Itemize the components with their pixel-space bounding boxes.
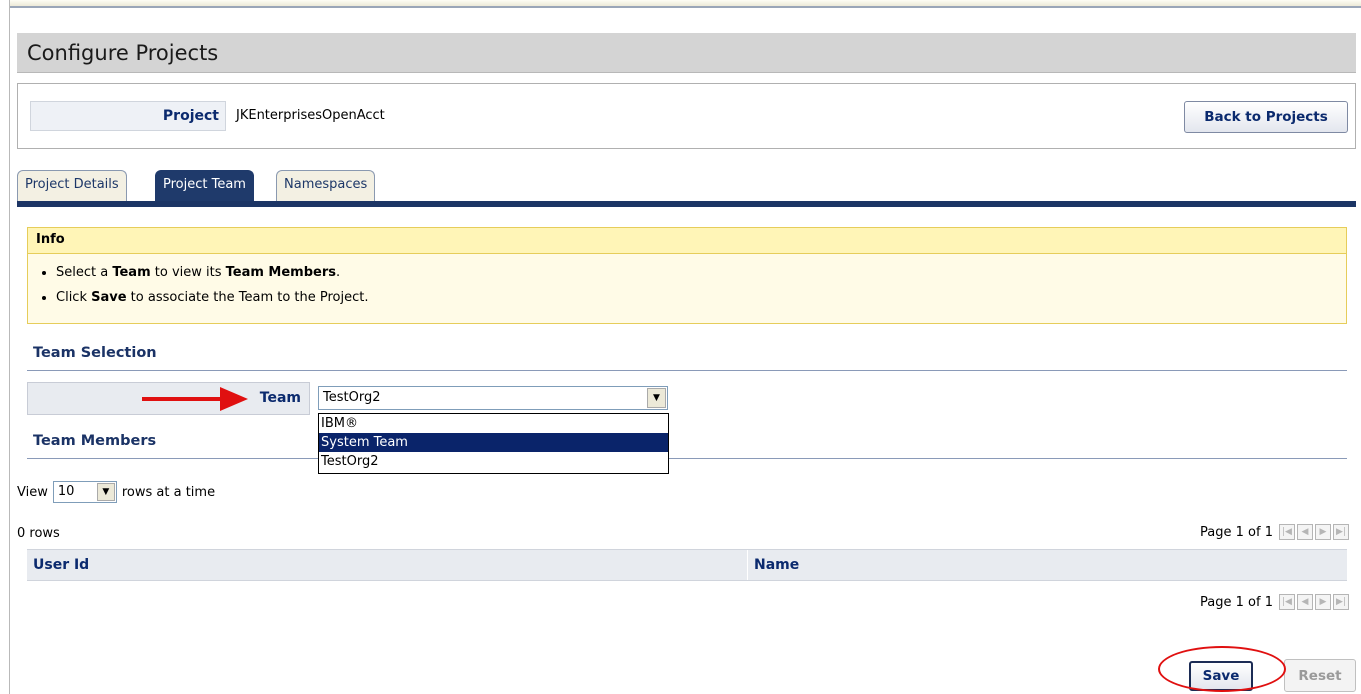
dropdown-arrow-icon[interactable]: ▼ <box>647 388 666 408</box>
tab-underline <box>17 201 1356 207</box>
pager-text: Page 1 of 1 <box>1200 594 1273 610</box>
tab-project-details[interactable]: Project Details <box>17 170 127 202</box>
team-option-ibm[interactable]: IBM® <box>319 414 668 433</box>
tab-project-team[interactable]: Project Team <box>155 170 254 202</box>
tab-namespaces[interactable]: Namespaces <box>276 170 376 202</box>
team-selection-heading: Team Selection <box>27 345 1347 371</box>
back-to-projects-button[interactable]: Back to Projects <box>1184 101 1348 133</box>
pager-bottom: Page 1 of 1 |◀ ◀ ▶ ▶| <box>1200 594 1349 610</box>
window-left-edge <box>0 0 10 694</box>
info-bold-save: Save <box>91 290 127 305</box>
info-text: Click <box>56 290 92 305</box>
next-page-icon[interactable]: ▶ <box>1315 524 1331 540</box>
previous-page-icon[interactable]: ◀ <box>1297 524 1313 540</box>
page-title: Configure Projects <box>17 33 1356 73</box>
team-dropdown-list: IBM® System Team TestOrg2 <box>318 413 669 474</box>
info-bold-team-members: Team Members <box>225 265 336 280</box>
reset-button[interactable]: Reset <box>1284 659 1356 692</box>
info-text: . <box>336 265 341 280</box>
last-page-icon[interactable]: ▶| <box>1333 524 1349 540</box>
info-panel: Info Select a Team to view its Team Memb… <box>27 227 1347 324</box>
info-list: Select a Team to view its Team Members. … <box>28 254 1346 310</box>
info-item: Click Save to associate the Team to the … <box>56 285 1346 310</box>
team-select[interactable]: TestOrg2 ▼ <box>318 386 668 410</box>
rows-at-a-time-label: rows at a time <box>121 484 216 500</box>
dropdown-arrow-icon[interactable]: ▼ <box>96 483 115 501</box>
team-option-testorg2[interactable]: TestOrg2 <box>319 452 668 471</box>
first-page-icon[interactable]: |◀ <box>1279 524 1295 540</box>
rows-per-page-select[interactable]: 10 ▼ <box>52 481 117 503</box>
previous-page-icon[interactable]: ◀ <box>1297 594 1313 610</box>
next-page-icon[interactable]: ▶ <box>1315 594 1331 610</box>
info-item: Select a Team to view its Team Members. <box>56 260 1346 285</box>
team-select-value: TestOrg2 <box>323 390 381 405</box>
window-top-edge <box>0 0 1361 8</box>
team-option-system-team[interactable]: System Team <box>319 433 668 452</box>
info-text: to associate the Team to the Project. <box>126 290 369 305</box>
view-label: View <box>17 484 48 500</box>
project-label: Project <box>30 101 226 131</box>
info-text: Select a <box>56 265 113 280</box>
pager-text: Page 1 of 1 <box>1200 524 1273 540</box>
column-divider <box>747 550 748 580</box>
team-members-heading: Team Members <box>27 433 1347 459</box>
rows-per-page-row: View 10 ▼ rows at a time <box>17 480 215 504</box>
last-page-icon[interactable]: ▶| <box>1333 594 1349 610</box>
column-name[interactable]: Name <box>754 557 799 573</box>
info-text: to view its <box>150 265 226 280</box>
team-label: Team <box>259 390 301 406</box>
first-page-icon[interactable]: |◀ <box>1279 594 1295 610</box>
rows-count: 0 rows <box>17 526 60 541</box>
annotation-arrow-icon <box>220 387 248 411</box>
pager-top: Page 1 of 1 |◀ ◀ ▶ ▶| <box>1200 524 1349 540</box>
members-table-header: User Id Name <box>27 549 1347 581</box>
info-bold-team: Team <box>112 265 151 280</box>
rows-per-page-value: 10 <box>57 484 75 499</box>
annotation-arrow-shaft <box>142 397 222 401</box>
save-button[interactable]: Save <box>1189 661 1253 691</box>
column-user-id[interactable]: User Id <box>33 557 89 573</box>
info-heading: Info <box>28 228 1346 254</box>
project-header: Project JKEnterprisesOpenAcct Back to Pr… <box>17 83 1356 149</box>
project-name: JKEnterprisesOpenAcct <box>236 108 385 123</box>
